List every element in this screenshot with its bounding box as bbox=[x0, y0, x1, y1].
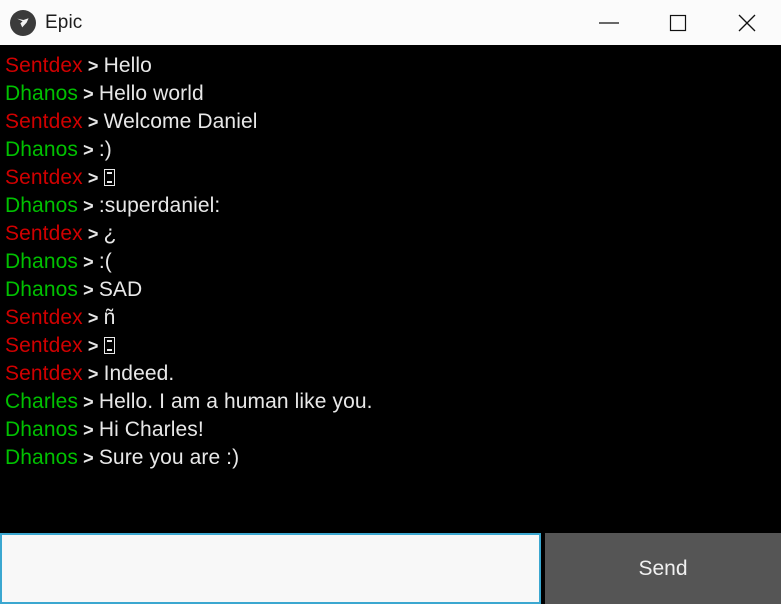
window-controls bbox=[574, 0, 781, 45]
chat-speaker: Dhanos bbox=[5, 82, 78, 105]
chat-text: Sure you are :) bbox=[98, 446, 240, 469]
chat-speaker: Sentdex bbox=[5, 222, 83, 245]
chat-message: Charles > Hello. I am a human like you. bbox=[5, 388, 781, 416]
chat-message: Dhanos > :superdaniel: bbox=[5, 192, 781, 220]
chat-message: Sentdex > ñ bbox=[5, 304, 781, 332]
chat-log: Sentdex > Hello Dhanos > Hello world Sentd… bbox=[0, 46, 781, 533]
chat-text: :( bbox=[98, 250, 112, 273]
chat-separator: > bbox=[82, 336, 104, 356]
chat-app-window: Epic Sentdex > Hello Dhanos > Hello world bbox=[0, 0, 781, 604]
chat-message: Sentdex > bbox=[5, 164, 781, 192]
close-button[interactable] bbox=[712, 0, 781, 45]
missing-glyph-icon bbox=[103, 337, 115, 354]
chat-message: Dhanos > Hello world bbox=[5, 80, 781, 108]
chat-text: SAD bbox=[98, 278, 143, 301]
chat-speaker: Sentdex bbox=[5, 334, 83, 357]
send-button[interactable]: Send bbox=[545, 533, 781, 604]
message-input[interactable] bbox=[0, 533, 541, 604]
chat-separator: > bbox=[77, 420, 99, 440]
chat-message: Dhanos > Hi Charles! bbox=[5, 416, 781, 444]
chat-message: Sentdex > Welcome Daniel bbox=[5, 108, 781, 136]
chat-text: Hello. I am a human like you. bbox=[98, 390, 373, 413]
chat-speaker: Charles bbox=[5, 390, 79, 413]
chat-separator: > bbox=[77, 196, 99, 216]
chat-separator: > bbox=[82, 112, 104, 132]
chat-message: Dhanos > :( bbox=[5, 248, 781, 276]
chat-speaker: Dhanos bbox=[5, 418, 78, 441]
chat-speaker: Dhanos bbox=[5, 194, 78, 217]
chat-speaker: Sentdex bbox=[5, 166, 83, 189]
chat-text: Indeed. bbox=[103, 362, 175, 385]
chat-separator: > bbox=[82, 168, 104, 188]
missing-glyph-icon bbox=[103, 169, 115, 186]
chat-speaker: Dhanos bbox=[5, 250, 78, 273]
maximize-button[interactable] bbox=[643, 0, 712, 45]
composer-bar: Send bbox=[0, 533, 781, 604]
chat-message: Dhanos > Sure you are :) bbox=[5, 444, 781, 472]
chat-message: Sentdex > Indeed. bbox=[5, 360, 781, 388]
chat-speaker: Sentdex bbox=[5, 362, 83, 385]
chat-speaker: Dhanos bbox=[5, 138, 78, 161]
chat-message: Sentdex > ¿ bbox=[5, 220, 781, 248]
chat-separator: > bbox=[77, 448, 99, 468]
chat-text: Hello bbox=[103, 54, 152, 77]
chat-separator: > bbox=[77, 252, 99, 272]
title-bar: Epic bbox=[0, 0, 781, 46]
chat-message: Sentdex > Hello bbox=[5, 52, 781, 80]
chat-separator: > bbox=[82, 364, 104, 384]
chat-separator: > bbox=[77, 280, 99, 300]
chat-speaker: Dhanos bbox=[5, 278, 78, 301]
chat-speaker: Sentdex bbox=[5, 110, 83, 133]
chat-text: Hi Charles! bbox=[98, 418, 204, 441]
chat-speaker: Dhanos bbox=[5, 446, 78, 469]
chat-text: Hello world bbox=[98, 82, 204, 105]
chat-text: ñ bbox=[103, 306, 116, 329]
chat-separator: > bbox=[77, 84, 99, 104]
chat-separator: > bbox=[82, 56, 104, 76]
chat-text: ¿ bbox=[103, 222, 117, 245]
window-title: Epic bbox=[45, 11, 83, 33]
chat-speaker: Sentdex bbox=[5, 306, 83, 329]
chat-speaker: Sentdex bbox=[5, 54, 83, 77]
chat-separator: > bbox=[78, 392, 99, 412]
chat-text: :superdaniel: bbox=[98, 194, 221, 217]
chat-text: :) bbox=[98, 138, 112, 161]
chat-text: Welcome Daniel bbox=[103, 110, 258, 133]
chat-separator: > bbox=[77, 140, 99, 160]
chat-message: Sentdex > bbox=[5, 332, 781, 360]
epic-app-icon bbox=[10, 9, 36, 36]
chat-message: Dhanos > :) bbox=[5, 136, 781, 164]
chat-separator: > bbox=[82, 308, 104, 328]
chat-message: Dhanos > SAD bbox=[5, 276, 781, 304]
minimize-button[interactable] bbox=[574, 0, 643, 45]
chat-separator: > bbox=[82, 224, 104, 244]
